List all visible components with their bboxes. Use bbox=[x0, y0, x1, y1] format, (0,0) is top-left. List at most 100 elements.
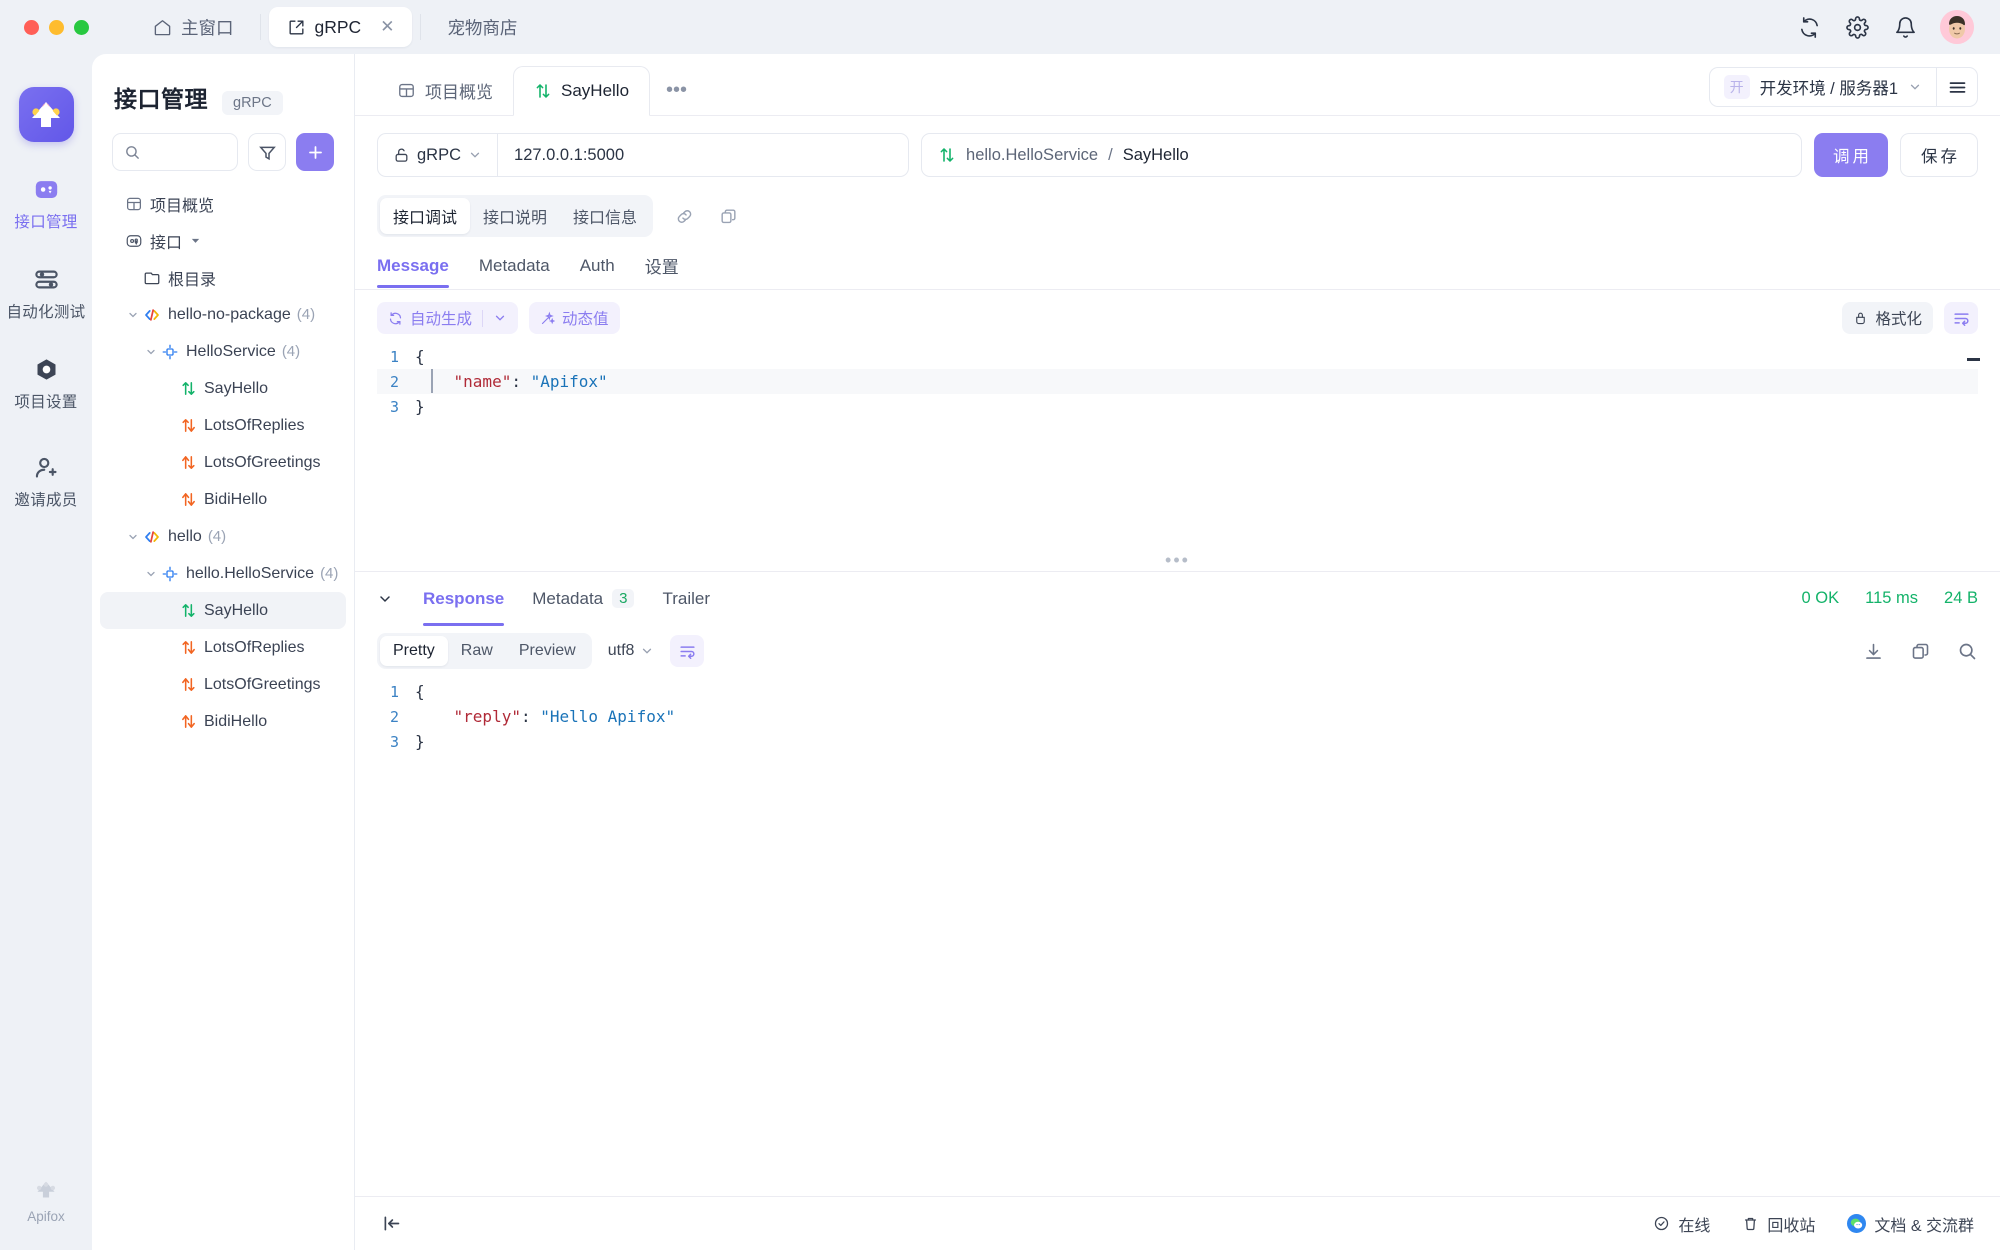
hamburger-icon[interactable] bbox=[1936, 67, 1978, 107]
message-tab-message[interactable]: Message bbox=[377, 256, 449, 288]
code-text: } bbox=[415, 397, 425, 416]
chevron-down-icon[interactable] bbox=[493, 311, 507, 325]
tree-item-hello-helloservice[interactable]: hello.HelloService (4) bbox=[100, 555, 346, 592]
search-icon[interactable] bbox=[1957, 641, 1978, 662]
window-controls[interactable] bbox=[24, 19, 89, 35]
line-number: 1 bbox=[389, 347, 399, 366]
doc-tab-debug[interactable]: 接口调试 bbox=[380, 198, 471, 234]
response-body-viewer[interactable]: 1{2 "reply": "Hello Apifox" 3} bbox=[377, 679, 1978, 1196]
wrap-text-icon[interactable] bbox=[1944, 302, 1978, 334]
doc-tab-info[interactable]: 接口信息 bbox=[560, 198, 650, 234]
view-mode-raw[interactable]: Raw bbox=[448, 636, 506, 666]
apifox-logo[interactable] bbox=[18, 87, 74, 142]
tree-item--[interactable]: 接口 bbox=[100, 222, 346, 259]
encoding-selector[interactable]: utf8 bbox=[604, 642, 659, 660]
tree-item-lotsofreplies[interactable]: LotsOfReplies bbox=[100, 407, 346, 444]
tree-item--[interactable]: 项目概览 bbox=[100, 185, 346, 222]
tree-item-lotsofgreetings[interactable]: LotsOfGreetings bbox=[100, 666, 346, 703]
status-docs-group[interactable]: 文档 & 交流群 bbox=[1847, 1212, 1974, 1236]
tree-item-sayhello[interactable]: SayHello bbox=[100, 370, 346, 407]
close-icon[interactable]: ✕ bbox=[380, 17, 394, 37]
chevron-down-icon[interactable] bbox=[142, 346, 159, 358]
method-selector[interactable]: hello.HelloService / SayHello bbox=[921, 133, 1802, 177]
code-line: 2 "reply": "Hello Apifox" bbox=[377, 704, 1978, 729]
format-button[interactable]: 格式化 bbox=[1842, 302, 1933, 334]
link-icon[interactable] bbox=[671, 203, 697, 229]
code-line: 3} bbox=[377, 729, 1978, 754]
download-icon[interactable] bbox=[1863, 641, 1884, 662]
message-tab-metadata[interactable]: Metadata bbox=[479, 256, 550, 287]
rail-item-automation[interactable]: 自动化测试 bbox=[2, 266, 90, 322]
chevron-down-icon[interactable] bbox=[124, 531, 141, 543]
rail-item-project-settings[interactable]: 项目设置 bbox=[2, 356, 90, 412]
panel-splitter[interactable]: ••• bbox=[355, 549, 2000, 571]
close-window-button[interactable] bbox=[24, 19, 39, 35]
view-mode-preview[interactable]: Preview bbox=[506, 636, 589, 666]
message-tab-settings[interactable]: 设置 bbox=[645, 253, 679, 289]
tree-item-bidihello[interactable]: BidiHello bbox=[100, 703, 346, 740]
rail-item-invite-member[interactable]: 邀请成员 bbox=[2, 454, 90, 510]
response-header: Response Metadata 3 Trailer 0 OK 115 ms … bbox=[355, 571, 2000, 626]
maximize-window-button[interactable] bbox=[74, 19, 89, 35]
auto-generate-button[interactable]: 自动生成 bbox=[377, 302, 519, 334]
caret-down-icon[interactable] bbox=[190, 235, 201, 246]
tree-item-label: hello-no-package bbox=[168, 305, 291, 323]
filter-icon[interactable] bbox=[248, 133, 286, 171]
tree-item-sayhello[interactable]: SayHello bbox=[100, 592, 346, 629]
tab-project-overview[interactable]: 项目概览 bbox=[377, 65, 513, 115]
window-tab-petstore[interactable]: 宠物商店 bbox=[429, 7, 535, 47]
tree-item-hello-no-package[interactable]: hello-no-package (4) bbox=[100, 296, 346, 333]
service-icon bbox=[159, 565, 181, 583]
status-recycle-bin[interactable]: 回收站 bbox=[1742, 1212, 1815, 1236]
chevron-down-icon[interactable] bbox=[124, 309, 141, 321]
editor-scrollbar[interactable] bbox=[1967, 358, 1980, 361]
response-tab-response[interactable]: Response bbox=[423, 572, 505, 626]
response-tab-metadata[interactable]: Metadata 3 bbox=[532, 572, 635, 626]
chevron-down-icon[interactable] bbox=[142, 568, 159, 580]
wrap-text-icon[interactable] bbox=[670, 635, 705, 667]
tree-item--[interactable]: 根目录 bbox=[100, 259, 346, 296]
doc-tab-description[interactable]: 接口说明 bbox=[470, 198, 560, 234]
request-body-editor[interactable]: 1{2 "name": "Apifox" 3} bbox=[377, 344, 1980, 549]
code-line: 3} bbox=[377, 394, 1978, 419]
rail-item-api-management[interactable]: 接口管理 bbox=[2, 176, 90, 232]
environment-pill[interactable]: 开 开发环境 / 服务器1 bbox=[1708, 67, 1936, 107]
save-button[interactable]: 保存 bbox=[1900, 133, 1978, 177]
tree-item-lotsofgreetings[interactable]: LotsOfGreetings bbox=[100, 444, 346, 481]
protocol-selector[interactable]: gRPC bbox=[377, 133, 498, 177]
collapse-left-icon[interactable] bbox=[381, 1213, 402, 1234]
gear-icon[interactable] bbox=[1844, 14, 1870, 40]
chevron-down-icon[interactable] bbox=[377, 591, 393, 607]
minimize-window-button[interactable] bbox=[49, 19, 64, 35]
message-tab-group: Message Metadata Auth 设置 bbox=[355, 237, 2000, 290]
tree-item-helloservice[interactable]: HelloService (4) bbox=[100, 333, 346, 370]
plus-icon[interactable] bbox=[296, 133, 334, 171]
view-mode-pretty[interactable]: Pretty bbox=[380, 636, 448, 666]
tab-sayhello[interactable]: SayHello bbox=[513, 66, 651, 116]
url-input[interactable]: 127.0.0.1:5000 bbox=[497, 133, 910, 177]
window-tab-grpc[interactable]: gRPC ✕ bbox=[268, 7, 413, 47]
bidi-stream-icon bbox=[177, 713, 199, 730]
tree-item-hello[interactable]: hello (4) bbox=[100, 518, 346, 555]
message-tab-auth[interactable]: Auth bbox=[580, 256, 615, 287]
tree-item-lotsofreplies[interactable]: LotsOfReplies bbox=[100, 629, 346, 666]
bell-icon[interactable] bbox=[1892, 14, 1918, 40]
sync-icon[interactable] bbox=[1796, 14, 1822, 40]
call-button[interactable]: 调用 bbox=[1814, 133, 1888, 177]
search-input[interactable] bbox=[149, 143, 226, 161]
method-name-label: SayHello bbox=[1122, 145, 1189, 164]
response-tab-trailer[interactable]: Trailer bbox=[662, 572, 710, 626]
dynamic-value-button[interactable]: 动态值 bbox=[529, 302, 620, 334]
code-text: "name": "Apifox" bbox=[453, 372, 608, 391]
window-tab-main[interactable]: 主窗口 bbox=[135, 7, 252, 47]
avatar[interactable] bbox=[1940, 10, 1974, 44]
method-service-label: hello.HelloService bbox=[966, 145, 1099, 164]
copy-icon[interactable] bbox=[1910, 641, 1931, 662]
response-actions bbox=[1863, 641, 1978, 662]
status-online[interactable]: 在线 bbox=[1653, 1212, 1710, 1236]
main-tab-strip: 项目概览 SayHello ••• 开 开发环境 / 服务器1 bbox=[355, 54, 2000, 116]
tree-item-bidihello[interactable]: BidiHello bbox=[100, 481, 346, 518]
tab-overflow-button[interactable]: ••• bbox=[650, 65, 703, 115]
copy-icon[interactable] bbox=[715, 203, 741, 229]
search-input-wrapper[interactable] bbox=[112, 133, 238, 171]
